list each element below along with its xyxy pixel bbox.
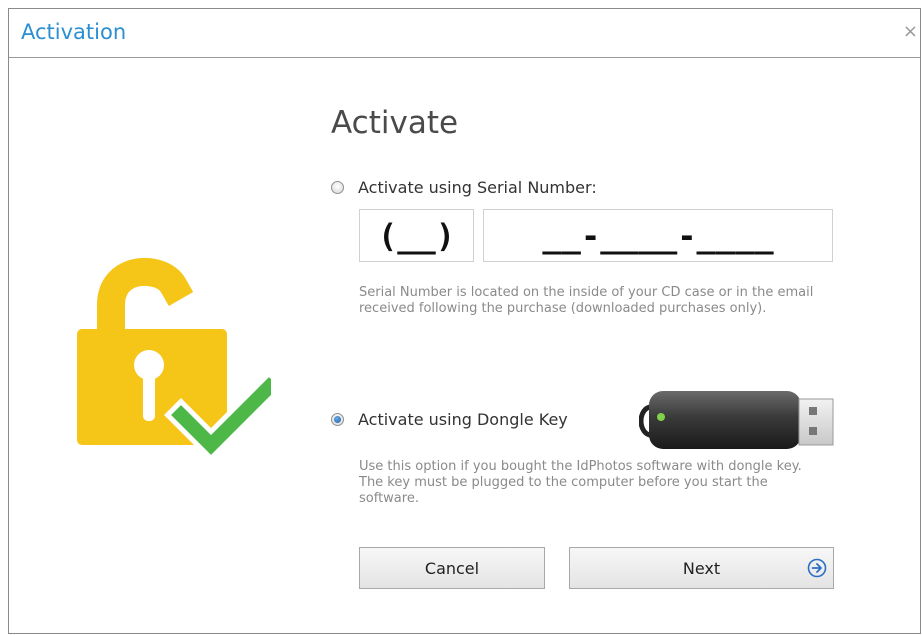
dongle-key-label: Activate using Dongle Key — [358, 410, 568, 429]
title-bar: Activation × — [9, 9, 920, 58]
arrow-right-circle-icon — [807, 558, 827, 578]
serial-number-radio[interactable] — [331, 181, 344, 194]
dongle-key-radio[interactable] — [331, 413, 344, 426]
serial-number-field[interactable]: __-____-____ — [483, 209, 833, 262]
usb-dongle-icon — [638, 389, 839, 455]
next-button[interactable]: Next — [569, 547, 834, 589]
window-title: Activation — [21, 20, 127, 44]
dongle-key-option[interactable]: Activate using Dongle Key — [331, 410, 568, 429]
unlocked-padlock-icon — [71, 237, 286, 462]
activation-dialog: Activation × Activate Activate using Ser… — [8, 8, 921, 634]
serial-number-hint: Serial Number is located on the inside o… — [359, 285, 814, 316]
cancel-button-label: Cancel — [424, 558, 480, 578]
serial-number-option[interactable]: Activate using Serial Number: — [331, 178, 597, 197]
page-heading: Activate — [331, 105, 459, 141]
dongle-key-hint: Use this option if you bought the IdPhot… — [359, 459, 802, 506]
next-button-label: Next — [682, 558, 721, 578]
serial-prefix-field[interactable]: (__) — [359, 209, 474, 262]
cancel-button[interactable]: Cancel — [359, 547, 545, 589]
close-icon[interactable]: × — [903, 21, 918, 42]
serial-number-label: Activate using Serial Number: — [358, 178, 597, 197]
